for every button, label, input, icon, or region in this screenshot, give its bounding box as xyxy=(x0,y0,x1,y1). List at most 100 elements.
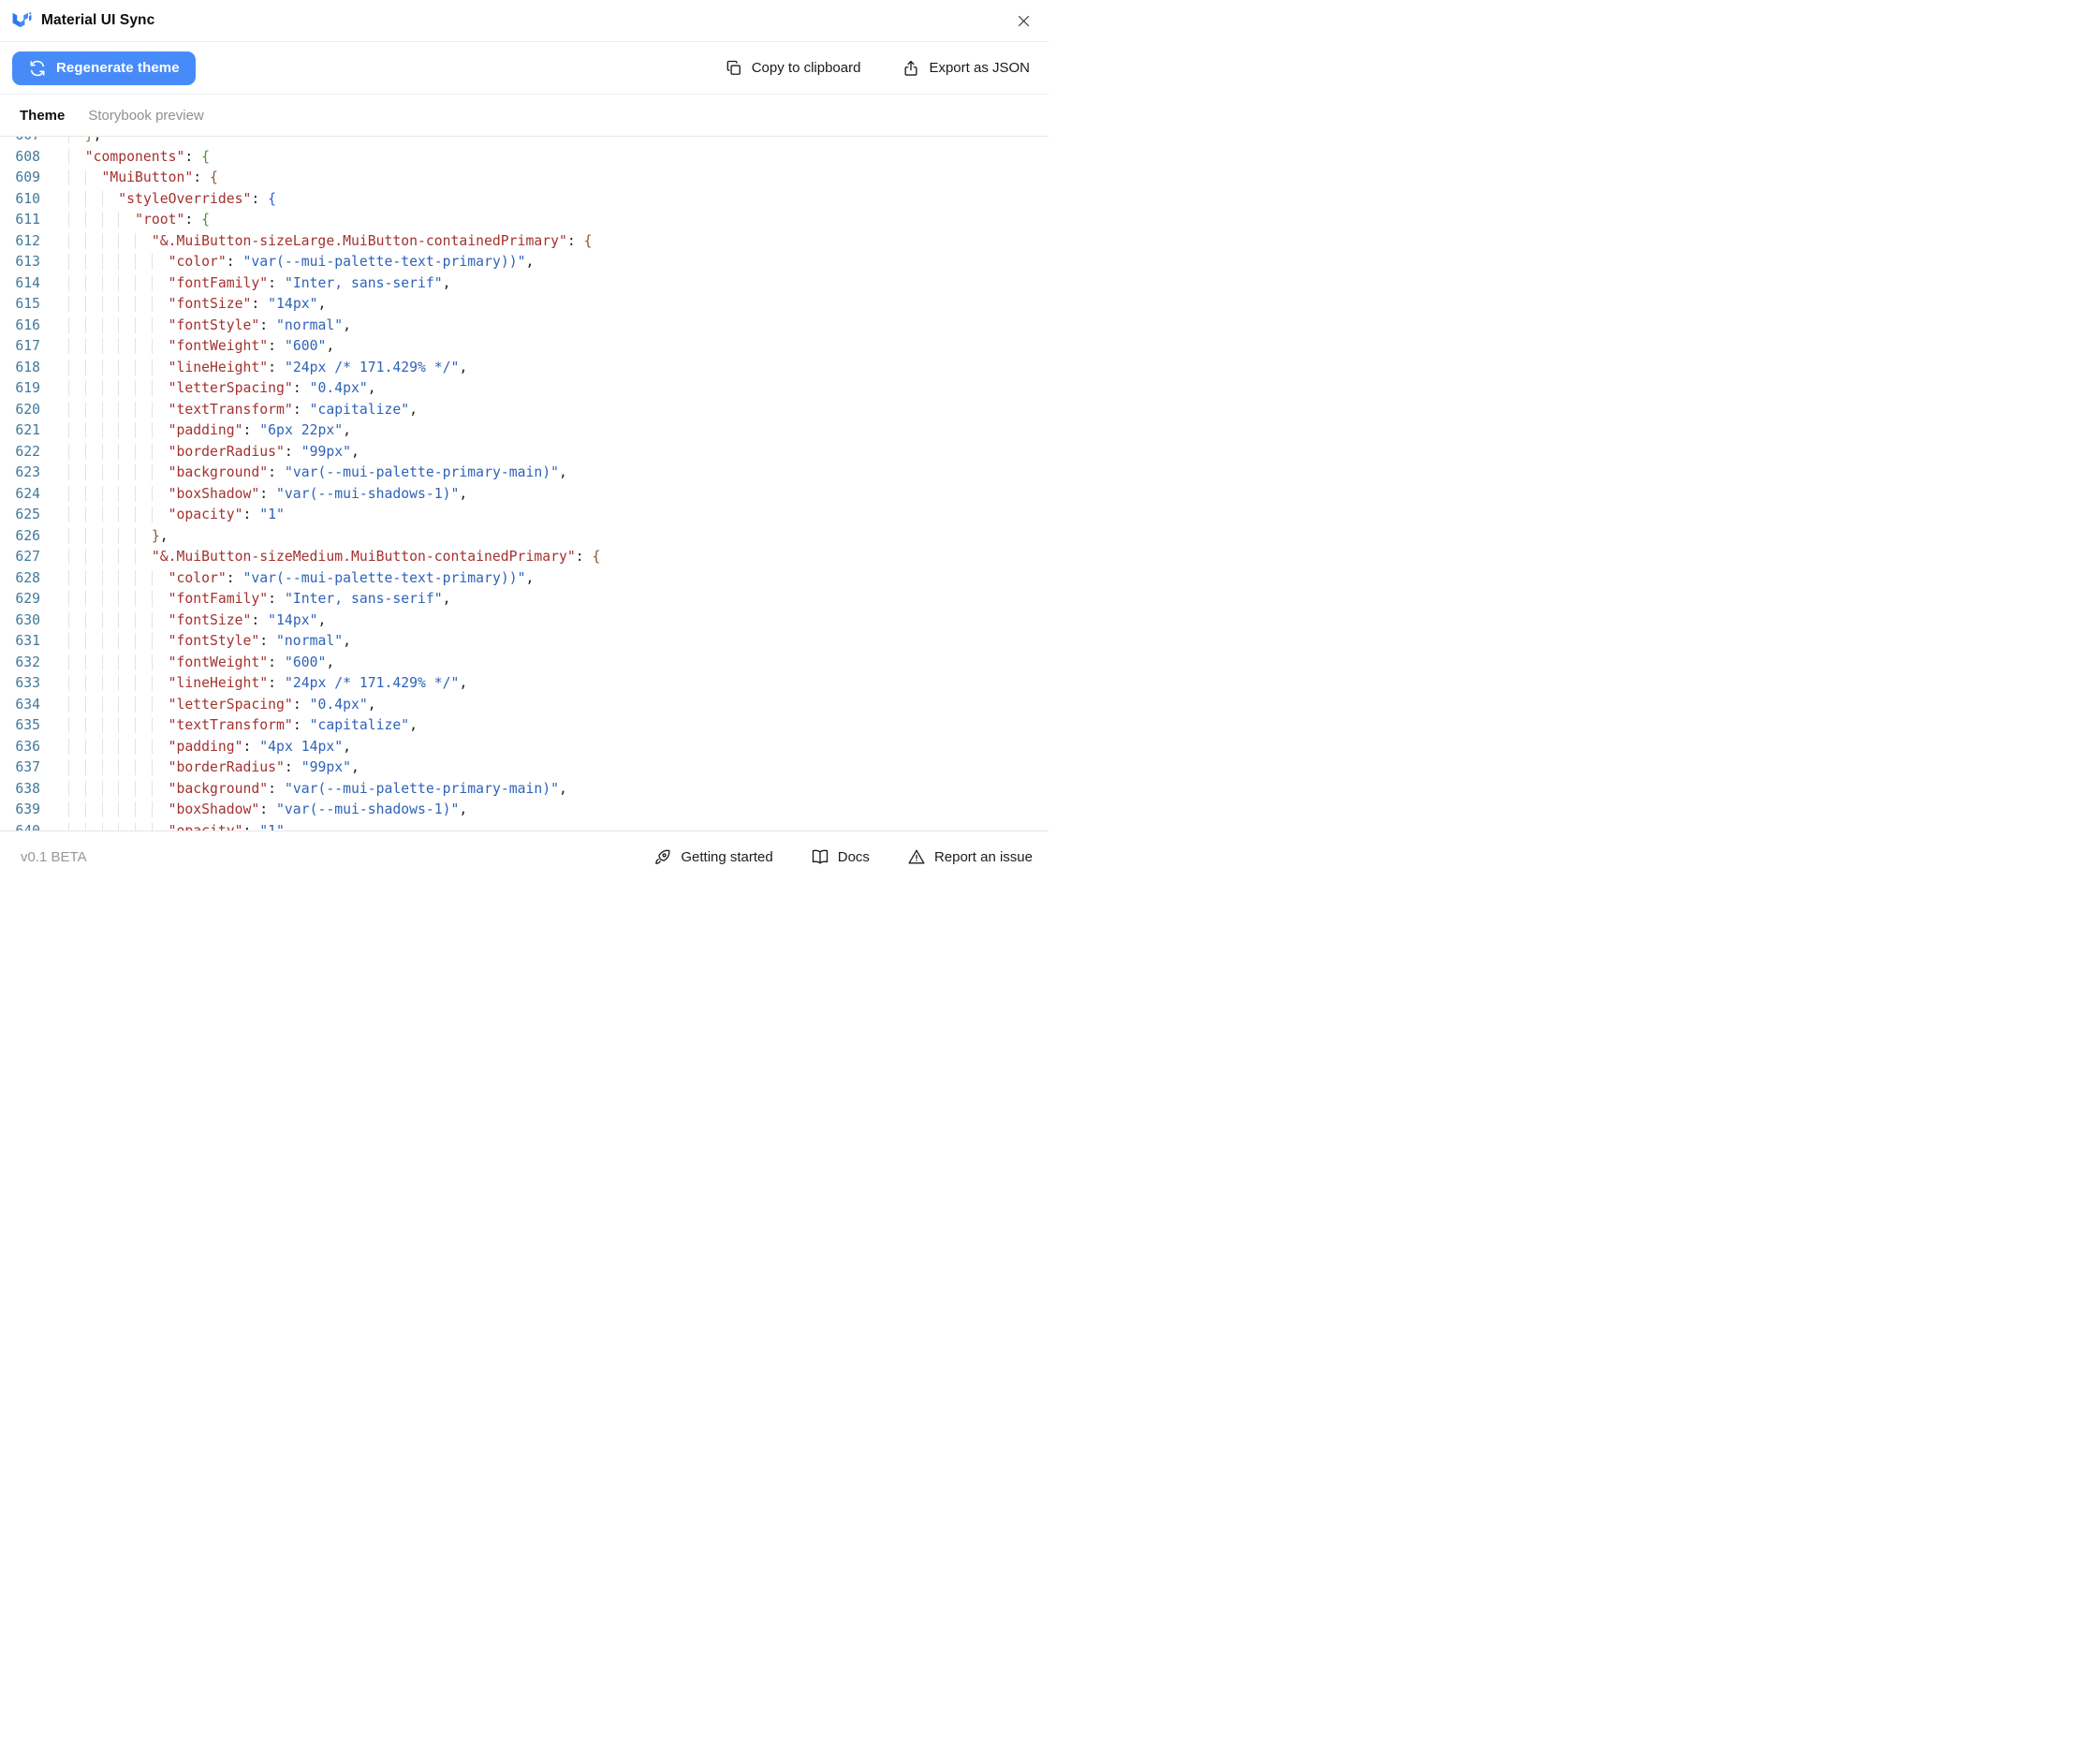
code-line: 620 "textTransform": "capitalize", xyxy=(0,400,1049,421)
indent-guide xyxy=(68,338,85,354)
indent-guide xyxy=(68,739,85,755)
indent-guide xyxy=(118,675,135,691)
indent-guide xyxy=(118,422,135,438)
line-number: 617 xyxy=(15,338,40,354)
indent-guide xyxy=(135,739,152,755)
code-line: 630 "fontSize": "14px", xyxy=(0,610,1049,632)
line-number: 631 xyxy=(15,633,40,649)
line-number: 623 xyxy=(15,464,40,480)
indent-guide xyxy=(152,591,169,607)
code-line: 607 }, xyxy=(0,137,1049,147)
indent-guide xyxy=(135,675,152,691)
line-number: 639 xyxy=(15,801,40,817)
code-line: 613 "color": "var(--mui-palette-text-pri… xyxy=(0,252,1049,273)
indent-guide xyxy=(85,528,102,544)
indent-guide xyxy=(85,275,102,291)
indent-guide xyxy=(135,801,152,817)
indent-guide xyxy=(85,317,102,333)
indent-guide xyxy=(118,380,135,396)
indent-guide xyxy=(102,402,119,418)
indent-guide xyxy=(85,570,102,586)
regenerate-theme-button[interactable]: Regenerate theme xyxy=(12,51,196,85)
indent-guide xyxy=(85,759,102,775)
tab-storybook-preview[interactable]: Storybook preview xyxy=(88,108,203,124)
line-number: 636 xyxy=(15,738,40,755)
indent-guide xyxy=(102,717,119,733)
indent-guide xyxy=(68,254,85,270)
indent-guide xyxy=(85,675,102,691)
line-number: 621 xyxy=(15,422,40,438)
indent-guide xyxy=(102,212,119,228)
indent-guide xyxy=(135,254,152,270)
indent-guide xyxy=(85,549,102,565)
indent-guide xyxy=(152,823,169,831)
code-line: 636 "padding": "4px 14px", xyxy=(0,737,1049,758)
indent-guide xyxy=(102,444,119,460)
indent-guide xyxy=(85,697,102,713)
report-an-issue-link[interactable]: Report an issue xyxy=(907,847,1033,866)
indent-guide xyxy=(85,591,102,607)
indent-guide xyxy=(152,360,169,375)
indent-guide xyxy=(118,296,135,312)
indent-guide xyxy=(68,360,85,375)
indent-guide xyxy=(85,169,102,185)
indent-guide xyxy=(68,612,85,628)
indent-guide xyxy=(68,233,85,249)
indent-guide xyxy=(152,275,169,291)
close-button[interactable] xyxy=(1012,9,1035,33)
line-number: 616 xyxy=(15,316,40,333)
line-number: 627 xyxy=(15,549,40,565)
indent-guide xyxy=(118,549,135,565)
indent-guide xyxy=(118,317,135,333)
tab-theme[interactable]: Theme xyxy=(20,108,65,124)
getting-started-link[interactable]: Getting started xyxy=(653,847,773,866)
indent-guide xyxy=(68,296,85,312)
indent-guide xyxy=(118,444,135,460)
indent-guide xyxy=(118,360,135,375)
code-line: 609 "MuiButton": { xyxy=(0,168,1049,189)
indent-guide xyxy=(85,212,102,228)
line-number: 620 xyxy=(15,401,40,418)
line-number: 635 xyxy=(15,717,40,733)
indent-guide xyxy=(85,422,102,438)
line-number: 611 xyxy=(15,212,40,228)
line-number: 626 xyxy=(15,527,40,544)
theme-json-editor[interactable]: 607 },608 "components": {609 "MuiButton"… xyxy=(0,137,1049,831)
indent-guide xyxy=(102,507,119,522)
indent-guide xyxy=(135,528,152,544)
indent-guide xyxy=(135,402,152,418)
line-number: 609 xyxy=(15,169,40,185)
indent-guide xyxy=(135,296,152,312)
indent-guide xyxy=(152,254,169,270)
indent-guide xyxy=(102,422,119,438)
indent-guide xyxy=(85,823,102,831)
indent-guide xyxy=(135,697,152,713)
indent-guide xyxy=(85,739,102,755)
material-ui-sync-window: Material UI Sync Regenerate theme Copy t… xyxy=(0,0,1049,882)
line-number: 629 xyxy=(15,591,40,607)
indent-guide xyxy=(102,317,119,333)
indent-guide xyxy=(118,739,135,755)
indent-guide xyxy=(152,444,169,460)
code-line: 629 "fontFamily": "Inter, sans-serif", xyxy=(0,589,1049,610)
footer: v0.1 BETA Getting started Docs Report an… xyxy=(0,831,1049,882)
code-line: 637 "borderRadius": "99px", xyxy=(0,757,1049,779)
indent-guide xyxy=(152,317,169,333)
indent-guide xyxy=(85,633,102,649)
indent-guide xyxy=(118,759,135,775)
copy-to-clipboard-button[interactable]: Copy to clipboard xyxy=(725,59,860,78)
indent-guide xyxy=(102,464,119,480)
indent-guide xyxy=(118,570,135,586)
indent-guide xyxy=(68,507,85,522)
indent-guide xyxy=(135,570,152,586)
docs-link[interactable]: Docs xyxy=(811,847,870,866)
indent-guide xyxy=(68,149,85,165)
indent-guide xyxy=(135,486,152,502)
code-line: 608 "components": { xyxy=(0,147,1049,169)
indent-guide xyxy=(102,759,119,775)
indent-guide xyxy=(85,464,102,480)
indent-guide xyxy=(68,275,85,291)
line-number: 624 xyxy=(15,485,40,502)
export-as-json-button[interactable]: Export as JSON xyxy=(902,59,1030,78)
indent-guide xyxy=(118,254,135,270)
